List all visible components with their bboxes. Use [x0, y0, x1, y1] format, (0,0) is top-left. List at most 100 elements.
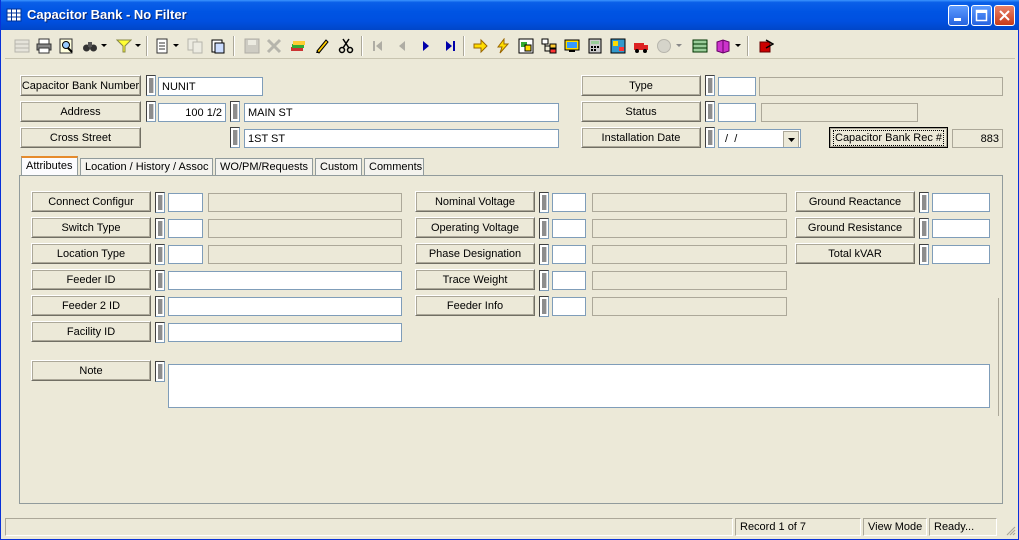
resize-grip-icon[interactable]: [1004, 524, 1016, 536]
trace-weight-code-field[interactable]: [552, 271, 586, 290]
calculator-button[interactable]: [584, 35, 605, 56]
total-kvar-button[interactable]: Total kVAR: [795, 243, 915, 264]
globe-dropdown[interactable]: [675, 35, 683, 56]
search-dropdown[interactable]: [100, 35, 108, 56]
capacitor-bank-number-button[interactable]: Capacitor Bank Number: [20, 75, 141, 96]
cross-street-button[interactable]: Cross Street: [20, 127, 141, 148]
paste-record-button[interactable]: [207, 35, 228, 56]
goto-button[interactable]: [469, 35, 490, 56]
note-button[interactable]: Note: [31, 360, 151, 381]
phase-designation-button[interactable]: Phase Designation: [415, 243, 535, 264]
trace-weight-button[interactable]: Trace Weight: [415, 269, 535, 290]
close-button[interactable]: [994, 5, 1015, 26]
delete-x-icon: [266, 38, 281, 53]
ground-reactance-button[interactable]: Ground Reactance: [795, 191, 915, 212]
feeder-info-code-field[interactable]: [552, 297, 586, 316]
status-button[interactable]: Status: [581, 101, 701, 122]
ground-resistance-field[interactable]: [932, 219, 990, 238]
feeder-id-field[interactable]: [168, 271, 402, 290]
location-type-button[interactable]: Location Type: [31, 243, 151, 264]
cut-button[interactable]: [335, 35, 356, 56]
monitor-button[interactable]: [561, 35, 582, 56]
feeder-2-id-button[interactable]: Feeder 2 ID: [31, 295, 151, 316]
edit-button[interactable]: [311, 35, 332, 56]
tab-wo-pm-requests[interactable]: WO/PM/Requests: [215, 158, 313, 176]
connect-configur-code-field[interactable]: [168, 193, 203, 212]
total-kvar-field[interactable]: [932, 245, 990, 264]
capacitor-bank-rec-button[interactable]: Capacitor Bank Rec #: [829, 127, 948, 148]
book-dropdown[interactable]: [734, 35, 742, 56]
filter-dropdown[interactable]: [134, 35, 142, 56]
mode-indicator: View Mode: [863, 518, 927, 536]
tab-custom[interactable]: Custom: [315, 158, 362, 176]
installation-date-button[interactable]: Installation Date: [581, 127, 701, 148]
installation-date-picker[interactable]: / /: [718, 129, 801, 148]
report-dropdown[interactable]: [172, 35, 180, 56]
delete-button[interactable]: [263, 35, 284, 56]
print-button[interactable]: [33, 35, 54, 56]
layout-button[interactable]: [607, 35, 628, 56]
first-record-button[interactable]: [367, 35, 388, 56]
stack-add-icon: [290, 40, 305, 51]
title-bar[interactable]: Capacitor Bank - No Filter: [1, 0, 1019, 30]
book-button[interactable]: [712, 35, 733, 56]
last-record-button[interactable]: [439, 35, 460, 56]
map-window-icon: [518, 38, 533, 53]
cross-street-field[interactable]: 1ST ST: [244, 129, 559, 148]
report-button[interactable]: [151, 35, 172, 56]
feeder-2-id-field[interactable]: [168, 297, 402, 316]
ground-reactance-field[interactable]: [932, 193, 990, 212]
capacitor-bank-number-field[interactable]: NUNIT: [158, 77, 263, 96]
copy-record-button[interactable]: [184, 35, 205, 56]
search-button[interactable]: [79, 35, 100, 56]
lightning-button[interactable]: [492, 35, 513, 56]
type-description-field: [759, 77, 1003, 96]
next-record-button[interactable]: [415, 35, 436, 56]
date-dropdown-button[interactable]: [783, 131, 799, 147]
map-button[interactable]: [515, 35, 536, 56]
nominal-voltage-button[interactable]: Nominal Voltage: [415, 191, 535, 212]
table-view-button[interactable]: [689, 35, 710, 56]
print-preview-button[interactable]: [55, 35, 76, 56]
field-marker: [539, 270, 549, 291]
ready-indicator: Ready...: [929, 518, 997, 536]
type-button[interactable]: Type: [581, 75, 701, 96]
tab-comments[interactable]: Comments: [364, 158, 424, 176]
address-number-field[interactable]: 100 1/2: [158, 103, 226, 122]
status-code-field[interactable]: [718, 103, 756, 122]
previous-record-button[interactable]: [391, 35, 412, 56]
vehicle-button[interactable]: [630, 35, 651, 56]
globe-button[interactable]: [653, 35, 674, 56]
switch-type-button[interactable]: Switch Type: [31, 217, 151, 238]
new-record-button[interactable]: [287, 35, 308, 56]
grid-view-button[interactable]: [11, 35, 32, 56]
feeder-info-button[interactable]: Feeder Info: [415, 295, 535, 316]
minimize-button[interactable]: [948, 5, 969, 26]
filter-button[interactable]: [113, 35, 134, 56]
ground-resistance-button[interactable]: Ground Resistance: [795, 217, 915, 238]
connect-configur-button[interactable]: Connect Configur: [31, 191, 151, 212]
maximize-button[interactable]: [971, 5, 992, 26]
switch-type-code-field[interactable]: [168, 219, 203, 238]
feeder-id-button[interactable]: Feeder ID: [31, 269, 151, 290]
window-title: Capacitor Bank - No Filter: [27, 7, 187, 22]
operating-voltage-code-field[interactable]: [552, 219, 586, 238]
tab-attributes[interactable]: Attributes: [21, 156, 78, 177]
field-marker: [155, 322, 165, 343]
address-street-field[interactable]: MAIN ST: [244, 103, 559, 122]
type-code-field[interactable]: [718, 77, 756, 96]
tab-location-history-assoc[interactable]: Location / History / Assoc: [80, 158, 213, 176]
address-button[interactable]: Address: [20, 101, 141, 122]
operating-voltage-description-field: [592, 219, 787, 238]
hierarchy-button[interactable]: [538, 35, 559, 56]
field-marker: [230, 101, 240, 122]
facility-id-field[interactable]: [168, 323, 402, 342]
note-textarea[interactable]: [168, 364, 990, 408]
operating-voltage-button[interactable]: Operating Voltage: [415, 217, 535, 238]
exit-button[interactable]: [755, 35, 776, 56]
nominal-voltage-code-field[interactable]: [552, 193, 586, 212]
save-button[interactable]: [241, 35, 262, 56]
location-type-code-field[interactable]: [168, 245, 203, 264]
facility-id-button[interactable]: Facility ID: [31, 321, 151, 342]
phase-designation-code-field[interactable]: [552, 245, 586, 264]
